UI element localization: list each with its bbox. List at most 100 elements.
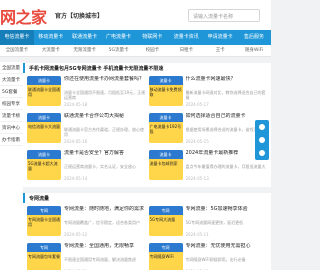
- card-desc: 专网流量覆盖广，信号稳定，适合各类用户: [64, 220, 140, 225]
- card-thumbnail[interactable]: 专网专网流量卡全国通用: [27, 206, 61, 236]
- article-card[interactable]: 流量卡移动流量卡免费领取 什么流量卡网速最快？ 最新流量卡网速对比，教你选择适合自己…: [148, 76, 268, 110]
- sidebar-item[interactable]: 大流量卡: [0, 74, 23, 86]
- sidebar-item[interactable]: 办卡指南: [0, 134, 23, 146]
- article-card[interactable]: 流量卡联通流量卡全国通用 你还在使用流量卡办网流量套餐吗？ 流量卡全国通用不限速，月…: [27, 76, 146, 110]
- card-title[interactable]: 专网流量：5G加速畅享体验: [186, 206, 268, 218]
- thumb-badge: 流量卡: [148, 113, 183, 122]
- card-date: 2024-05-14: [64, 176, 88, 181]
- card-thumbnail[interactable]: 流量卡电信流量卡大流量: [27, 113, 61, 143]
- subnav-item[interactable]: 全国流量卡: [0, 45, 34, 56]
- card-grid-1: 流量卡 联通流量卡全国通用 你还在使用流量卡办网流量套餐吗？ 流量卡全国通用不限速，月…: [23, 73, 271, 187]
- article-card[interactable]: 流量卡 流量卡包邮到家 2024年流量卡最新推荐 盘点今年最值得办理的流量卡，月租低流…: [148, 150, 268, 184]
- float-toolbar[interactable]: [255, 120, 269, 160]
- card-title[interactable]: 你还在使用流量卡办网流量套餐吗？: [64, 76, 146, 88]
- nav-item[interactable]: 电信流量卡: [0, 30, 34, 45]
- card-desc: 联通流量卡官方合作渠道，正规办理，放心使用: [64, 127, 144, 137]
- sidebar-item[interactable]: 流量卡榜: [0, 110, 23, 122]
- card-title[interactable]: 联通流量卡合作公司大揭秘: [64, 113, 146, 125]
- section-title: 手机卡网流量包月5G专网流量卡 手机流量卡无限流量不限速: [23, 63, 271, 73]
- card-body: 流量卡是否安全？官方解答正规运营商流量卡，实名认证，安全放心 2024-05-14: [64, 150, 146, 184]
- card-title[interactable]: 什么流量卡网速最快？: [186, 76, 268, 88]
- card-title[interactable]: 专网流量：全国通用，无限畅享: [64, 243, 146, 255]
- thumb-badge: 专网: [27, 243, 61, 252]
- thumb-text: 联通流量卡全国通用: [28, 87, 60, 97]
- nav-item[interactable]: 广电流量卡: [102, 30, 136, 45]
- card-date: 2024-05-13: [185, 176, 209, 181]
- card-thumbnail[interactable]: 流量卡联通流量卡全国通用: [27, 76, 61, 106]
- nav-item[interactable]: 流量卡资讯: [169, 30, 203, 45]
- subnav-item[interactable]: 大流量卡: [34, 45, 68, 56]
- subnav-item[interactable]: 5G流量卡: [102, 45, 136, 56]
- card-body: 什么流量卡网速最快？ 最新流量卡网速对比，教你选择适合自己的套餐 2024-05-1…: [186, 76, 268, 110]
- thumb-text: 专网流量卡全国通用: [28, 217, 60, 227]
- thumb-text: 专网随身WiFi: [149, 254, 174, 259]
- card-title[interactable]: 专网流量：无忧使用无需担心: [186, 243, 268, 255]
- card-title[interactable]: 流量卡是否安全？官方解答: [64, 150, 146, 162]
- article-card[interactable]: 专网 专网随身WiFi 专网流量：无忧使用无需担心 专网随身WiFi即插即用，出行必备…: [148, 243, 268, 270]
- nav-item[interactable]: 联通流量卡: [68, 30, 102, 45]
- share-icon[interactable]: [259, 123, 265, 130]
- card-desc: 专网随身WiFi即插即用，出行必备: [185, 257, 246, 262]
- sidebar: 全国流量 大流量卡 5G套餐 校园专享 流量卡榜 资讯中心 办卡指南: [0, 62, 23, 270]
- section-title: 专网流量: [23, 193, 271, 203]
- city-switch[interactable]: 官方【切换城市】: [55, 11, 103, 20]
- card-thumbnail[interactable]: 专网 专网流量包年套餐: [27, 243, 61, 270]
- card-body: 专网流量：5G加速畅享体验 5G专网流量网速更快，延迟更低 2024-05-11: [186, 206, 268, 240]
- thumb-text: 电信流量卡大流量: [28, 124, 60, 129]
- article-card[interactable]: 流量卡 5G流量卡超大流量 流量卡是否安全？官方解答正规运营商流量卡，实名认证，安全…: [27, 150, 146, 184]
- card-thumbnail[interactable]: 流量卡移动流量卡免费领取: [148, 76, 183, 106]
- article-card[interactable]: 专网 专网流量包年套餐 专网流量：全国通用，无限畅享 不限速全国通用专网流量，解决流量…: [27, 243, 146, 270]
- thumb-text: 移动流量卡免费领取: [149, 87, 182, 97]
- thumb-badge: 流量卡: [27, 76, 61, 85]
- subnav-item[interactable]: 王卡: [203, 45, 237, 56]
- card-body: 专网流量：无忧使用无需担心专网随身WiFi即插即用，出行必备2024-05-09: [186, 243, 268, 270]
- sub-nav: 全国流量卡 大流量卡 无限流量卡 5G流量卡 校园卡 日租卡 王卡 随身WiFi: [0, 45, 271, 57]
- card-date: 2024-05-18: [64, 102, 88, 107]
- card-body: 专网流量：全国通用，无限畅享不限速全国通用专网流量，解决流量焦虑2024-05-…: [64, 243, 146, 270]
- nav-item[interactable]: 物联网卡: [136, 30, 170, 45]
- card-thumbnail[interactable]: 流量卡 5G流量卡超大流量: [27, 150, 61, 180]
- article-card[interactable]: 专网 5G专网大流量 专网流量：5G加速畅享体验 5G专网流量网速更快，延迟更低 202…: [148, 206, 268, 240]
- card-desc: 流量卡全国通用不限速，月租低至19元，正规运营商: [64, 90, 146, 100]
- thumb-badge: 流量卡: [148, 150, 183, 159]
- thumb-text: 5G流量卡超大流量: [28, 161, 58, 171]
- subnav-item[interactable]: 随身WiFi: [237, 45, 271, 56]
- sidebar-item[interactable]: 5G套餐: [0, 86, 23, 98]
- card-grid-2: 专网 专网流量卡全国通用 专网流量：随时随地，满足你的需求 专网流量覆盖广，信号稳定，…: [23, 203, 271, 270]
- subnav-item[interactable]: 无限流量卡: [68, 45, 102, 56]
- subnav-item[interactable]: 日租卡: [169, 45, 203, 56]
- thumb-text: 广电流量卡192号段: [149, 124, 182, 134]
- card-thumbnail[interactable]: 流量卡 流量卡包邮到家: [148, 150, 183, 180]
- card-desc: 5G专网流量网速更快，延迟更低: [185, 220, 244, 225]
- thumb-badge: 专网: [148, 243, 183, 252]
- card-desc: 最新流量卡网速对比，教你选择适合自己的套餐: [185, 90, 266, 100]
- article-card[interactable]: 流量卡 广电流量卡192号段 如何选择适合自己的流量卡 根据使用场景选择合适的流量卡，…: [148, 113, 268, 147]
- nav-item[interactable]: 售后服务: [237, 30, 271, 45]
- article-card[interactable]: 专网专网流量卡全国通用 专网流量：随时随地，满足你的需求专网流量覆盖广，信号稳定，…: [27, 206, 146, 240]
- nav-item[interactable]: 移动流量卡: [34, 30, 68, 45]
- article-card[interactable]: 流量卡电信流量卡大流量 联通流量卡合作公司大揭秘 联通流量卡官方合作渠道，正规办理，…: [27, 113, 146, 147]
- top-icon[interactable]: [259, 150, 265, 157]
- card-title[interactable]: 专网流量：随时随地，满足你的需求: [64, 206, 146, 218]
- main-content: 手机卡网流量包月5G专网流量卡 手机流量卡无限流量不限速 流量卡 联通流量卡全国通…: [23, 57, 271, 270]
- card-thumbnail[interactable]: 专网 5G专网大流量: [148, 206, 183, 236]
- nav-item[interactable]: 申请流量卡: [203, 30, 237, 45]
- sidebar-item[interactable]: 资讯中心: [0, 122, 23, 134]
- subnav-item[interactable]: 校园卡: [136, 45, 170, 56]
- thumb-badge: 流量卡: [148, 76, 183, 85]
- sidebar-item[interactable]: 全国流量: [0, 62, 23, 74]
- thumb-badge: 流量卡: [27, 150, 61, 159]
- sidebar-item[interactable]: 校园专享: [0, 98, 23, 110]
- thumb-badge: 流量卡: [27, 113, 61, 122]
- service-icon[interactable]: [259, 136, 265, 143]
- card-thumbnail[interactable]: 流量卡广电流量卡192号段: [148, 113, 183, 143]
- card-date: 2024-05-16: [64, 139, 88, 144]
- thumb-text: 5G专网大流量: [149, 217, 176, 222]
- card-desc: 正规运营商流量卡，实名认证，安全放心: [64, 164, 136, 169]
- site-logo[interactable]: 网之家: [0, 4, 47, 28]
- card-body: 专网流量：随时随地，满足你的需求 专网流量覆盖广，信号稳定，适合各类用户 2024-…: [64, 206, 146, 240]
- search-input[interactable]: 请输入流量卡名称: [188, 9, 260, 22]
- thumb-badge: 专网: [27, 206, 61, 215]
- card-body: 联通流量卡合作公司大揭秘 联通流量卡官方合作渠道，正规办理，放心使用 2024-05…: [64, 113, 146, 147]
- card-thumbnail[interactable]: 专网专网随身WiFi: [148, 243, 183, 270]
